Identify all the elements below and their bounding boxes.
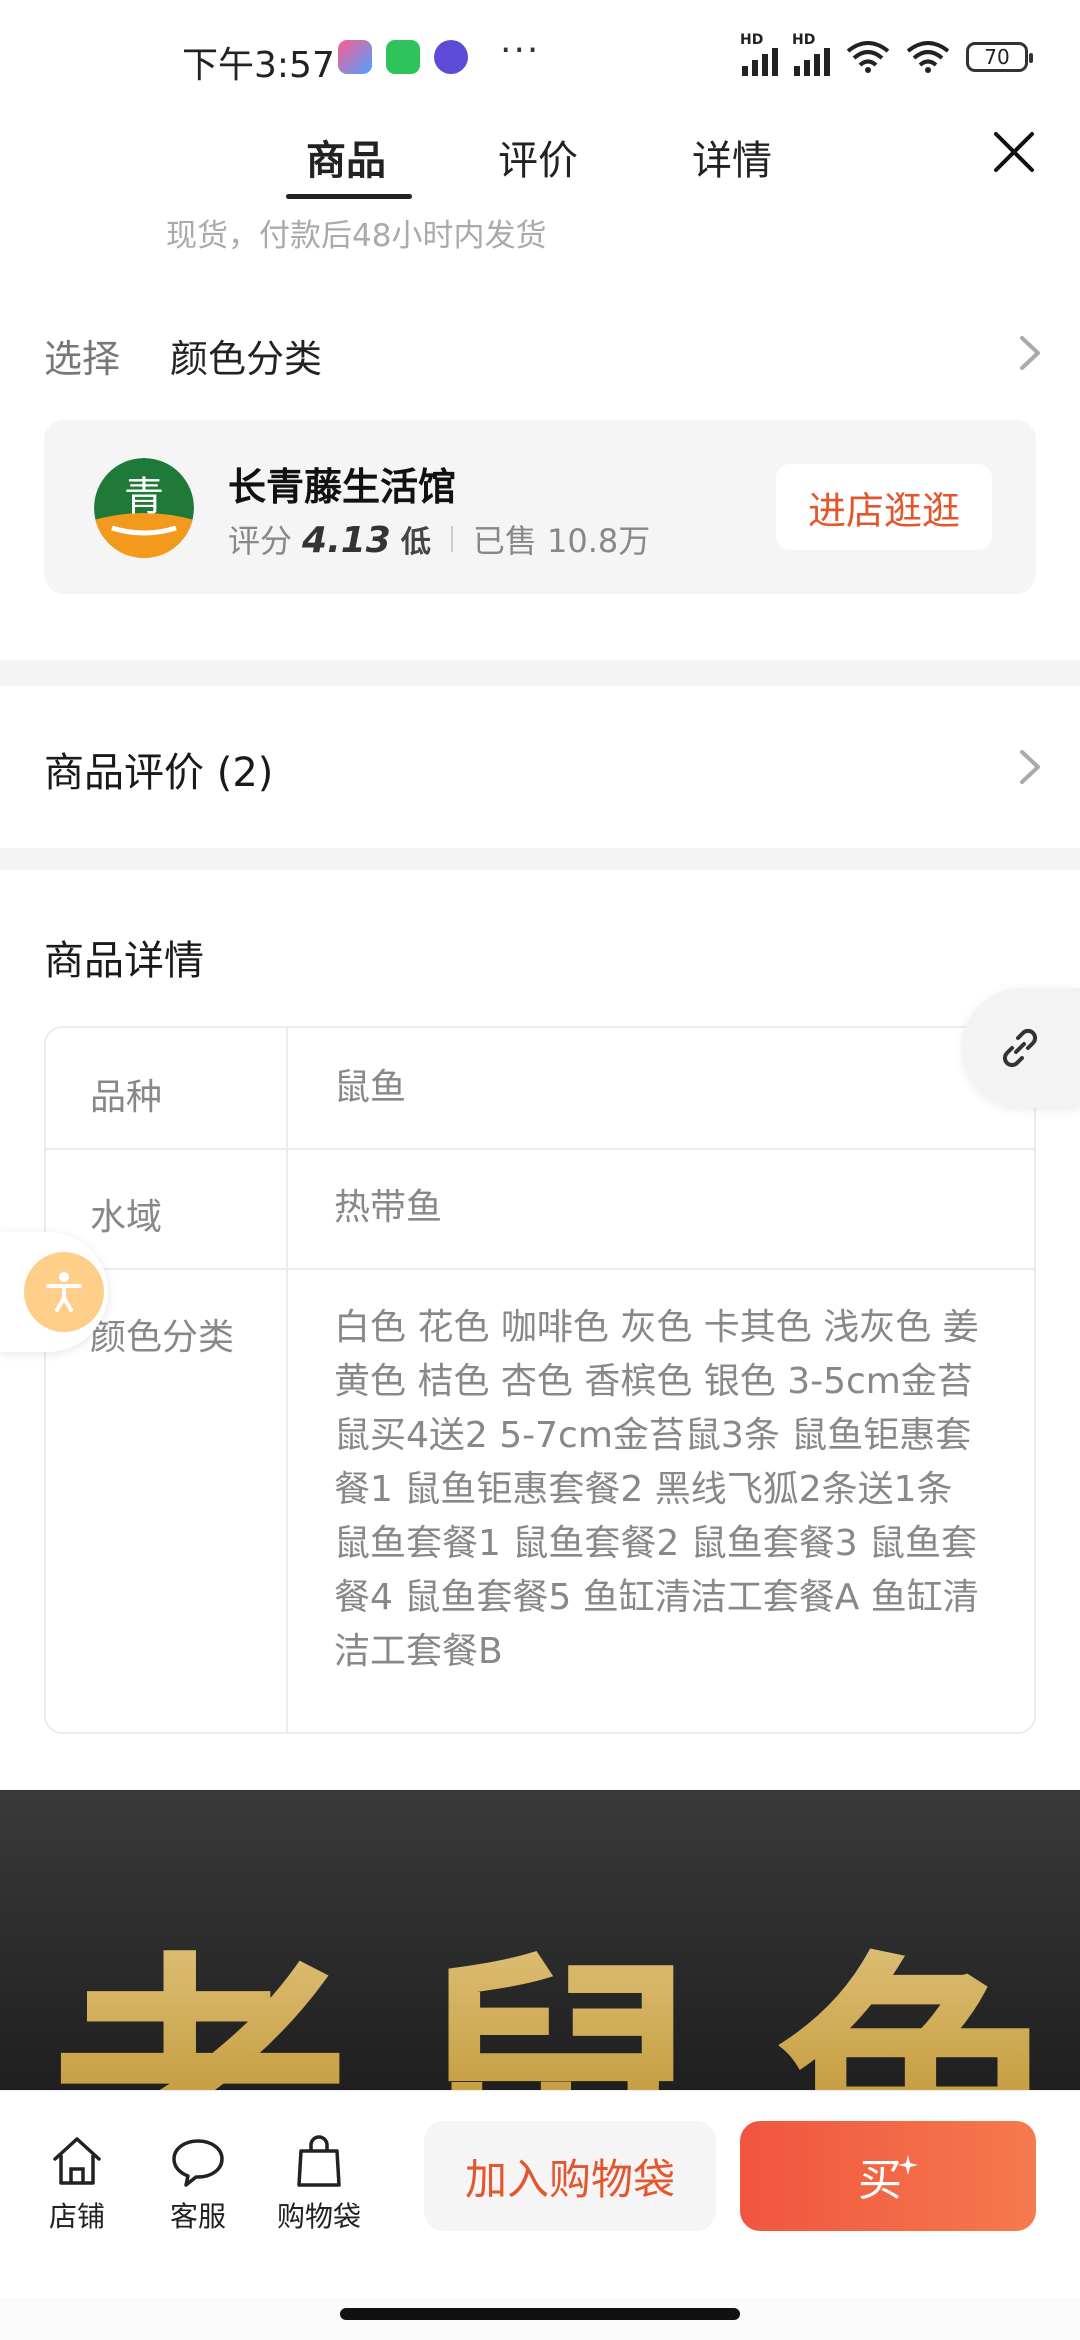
shop-sold: 已售 10.8万	[472, 522, 651, 560]
nav-shopping-bag[interactable]: 购物袋	[264, 2131, 374, 2235]
spec-row: 水域 热带鱼	[46, 1148, 1034, 1270]
shop-logo: 青	[94, 458, 194, 558]
status-bar: 下午3:57 ··· HD HD 70	[0, 0, 1080, 110]
cell-signal-icon: HD	[740, 32, 778, 76]
home-indicator[interactable]	[340, 2308, 740, 2320]
shipping-note: 现货，付款后48小时内发货	[166, 218, 547, 254]
cell-signal-2-icon: HD	[792, 32, 830, 76]
shop-meta: 评分 4.13 低 已售 10.8万	[228, 516, 650, 562]
notification-icons	[338, 40, 468, 74]
spec-table: 品种 鼠鱼 水域 热带鱼 颜色分类 白色 花色 咖啡色 灰色 卡其色 浅灰色 姜…	[44, 1026, 1036, 1734]
nav-label: 客服	[169, 2200, 226, 2233]
tab-details[interactable]: 详情	[692, 128, 772, 186]
shop-score-level: 低	[400, 525, 431, 560]
reviews-title: 商品评价 (2)	[44, 750, 274, 796]
spec-value: 热带鱼	[334, 1187, 443, 1228]
spec-value: 白色 花色 咖啡色 灰色 卡其色 浅灰色 姜黄色 桔色 杏色 香槟色 银色 3-…	[334, 1307, 979, 1672]
home-icon	[53, 2137, 101, 2185]
wechat-icon	[386, 40, 420, 74]
section-divider	[0, 660, 1080, 686]
chevron-right-icon	[1020, 336, 1040, 370]
buy-label: 买	[858, 2155, 902, 2206]
spec-key: 品种	[90, 1077, 163, 1118]
shop-score: 4.13	[302, 520, 391, 561]
wifi-icon	[846, 41, 890, 73]
nav-customer-service[interactable]: 客服	[143, 2131, 253, 2235]
accessibility-icon	[24, 1252, 104, 1332]
enter-shop-button[interactable]: 进店逛逛	[776, 464, 992, 550]
nav-label: 购物袋	[276, 2200, 361, 2233]
spec-key: 颜色分类	[90, 1317, 235, 1358]
spec-row: 品种 鼠鱼	[46, 1028, 1034, 1150]
tab-product[interactable]: 商品	[306, 128, 386, 186]
sku-select-row[interactable]: 选择 颜色分类	[0, 310, 1080, 400]
select-value: 颜色分类	[170, 337, 323, 381]
spec-key: 水域	[90, 1197, 163, 1238]
product-detail-banner: 老鼠鱼	[0, 1790, 1080, 2090]
spec-value: 鼠鱼	[334, 1067, 407, 1108]
app-notification-icon	[338, 40, 372, 74]
reviews-row[interactable]: 商品评价 (2)	[0, 686, 1080, 848]
close-icon[interactable]	[984, 122, 1044, 182]
status-time: 下午3:57	[182, 45, 335, 86]
bag-icon	[297, 2135, 341, 2187]
meta-divider	[450, 526, 453, 552]
shop-score-label: 评分	[228, 522, 293, 560]
more-notifications-icon: ···	[500, 30, 541, 71]
chevron-right-icon	[1020, 750, 1040, 784]
active-tab-indicator	[286, 194, 412, 199]
shop-name: 长青藤生活馆	[228, 465, 457, 509]
buy-button[interactable]: 买	[740, 2121, 1036, 2231]
spec-row: 颜色分类 白色 花色 咖啡色 灰色 卡其色 浅灰色 姜黄色 桔色 杏色 香槟色 …	[46, 1268, 1034, 1732]
banner-title: 老鼠鱼	[50, 1860, 1080, 2090]
nav-label: 店铺	[48, 2200, 105, 2233]
link-icon	[1002, 1028, 1038, 1068]
tab-reviews[interactable]: 评价	[498, 128, 578, 186]
nav-shop[interactable]: 店铺	[22, 2131, 132, 2235]
svg-text:青: 青	[124, 474, 164, 520]
shop-card[interactable]: 青 长青藤生活馆 评分 4.13 低 已售 10.8万 进店逛逛	[44, 420, 1036, 594]
add-to-cart-button[interactable]: 加入购物袋	[424, 2121, 716, 2231]
details-title: 商品详情	[44, 938, 204, 984]
product-tabs: 商品 评价 详情	[0, 110, 1080, 200]
section-divider	[0, 848, 1080, 870]
share-link-button[interactable]	[962, 988, 1080, 1108]
sparkle-icon	[898, 2155, 918, 2175]
battery-icon: 70	[966, 42, 1033, 72]
sticker-app-icon	[434, 40, 468, 74]
chat-bubble-icon	[172, 2139, 224, 2187]
bottom-action-bar: 店铺 客服 购物袋 加入购物袋 买	[0, 2090, 1080, 2299]
wifi-2-icon	[906, 41, 950, 73]
select-label: 选择	[44, 337, 121, 381]
